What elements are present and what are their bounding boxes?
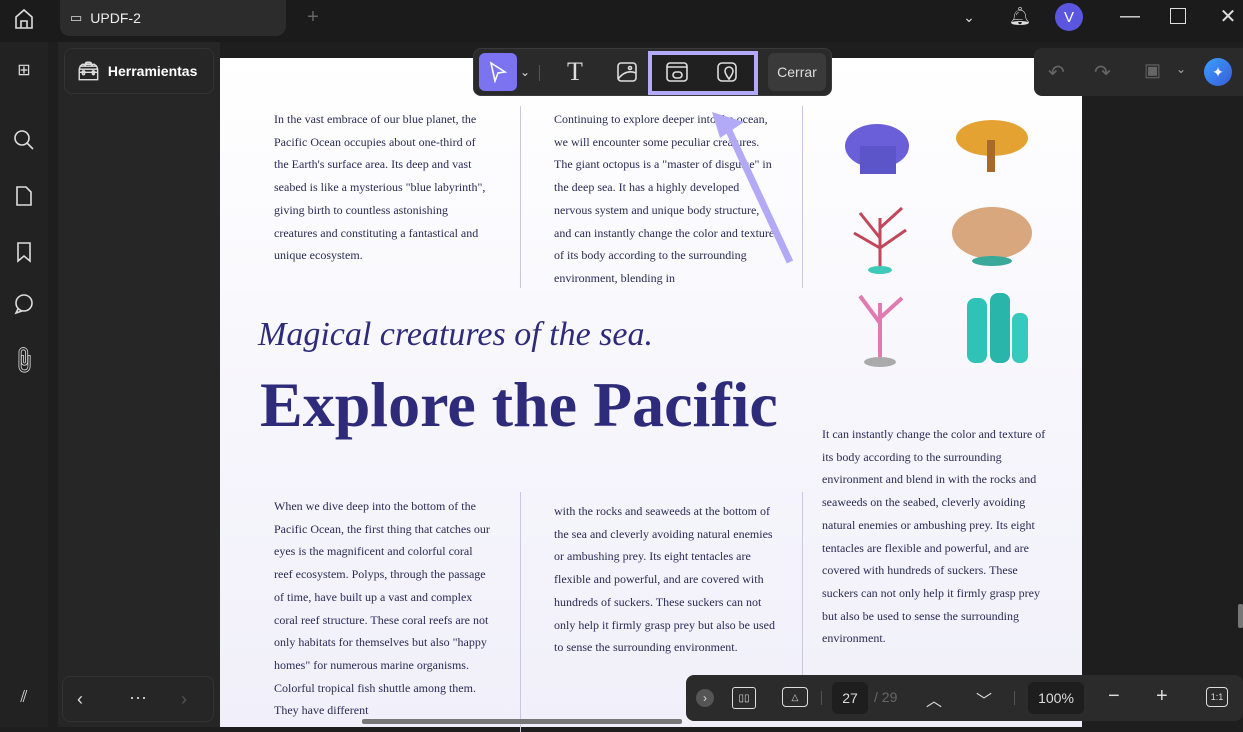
location-link-button[interactable] [708,53,746,91]
history-toolbar: ↶ ↷ ▣ ⌄ ✦ [1034,48,1243,96]
subtitle: Magical creatures of the sea. [258,316,654,353]
body-text: It can instantly change the color and te… [822,427,1046,646]
tools-panel [58,42,220,727]
column-divider [520,492,521,732]
body-text: When we dive deep into the bottom of the… [274,499,490,718]
select-dropdown-icon[interactable]: ⌄ [516,53,534,91]
page-total: / 29 [874,689,898,705]
select-tool-button[interactable] [479,53,517,91]
home-icon[interactable] [10,5,38,33]
undo-icon[interactable]: ↶ [1048,60,1065,85]
redo-icon[interactable]: ↷ [1094,60,1111,85]
divider [821,691,822,705]
edit-toolbar: ⌄ T Cerrar [473,48,832,96]
tools-label: Herramientas [107,63,198,79]
reading-mode-icon[interactable]: ▯▯ [732,687,756,709]
zoom-in-icon[interactable]: + [1156,685,1168,708]
body-text: In the vast embrace of our blue planet, … [274,112,486,263]
bookmark-icon[interactable] [12,240,36,264]
more-icon[interactable]: ··· [129,687,147,708]
zoom-level-input[interactable]: 100% [1028,682,1084,714]
page-navigation-bar: › ▯▯ △ 27 / 29 ︿ ﹀ 100% − + 1:1 [686,675,1243,721]
column-divider [802,492,803,678]
link-tool-button[interactable] [658,53,696,91]
panel-nav: ‹ ··· › [62,676,214,722]
vertical-scrollbar[interactable] [1238,604,1243,628]
tab-title: UPDF-2 [90,10,141,26]
divider [1014,691,1015,705]
actual-size-button[interactable]: 1:1 [1206,687,1228,707]
column-divider [520,106,521,288]
text-tool-button[interactable]: T [556,53,594,91]
maximize-button[interactable] [1170,8,1186,24]
library-icon[interactable]: ⫽ [12,686,36,710]
monitor-icon: ▭ [70,10,83,25]
close-window-button[interactable]: ✕ [1216,4,1240,28]
next-page-icon[interactable]: ﹀ [976,687,992,711]
save-dropdown-icon[interactable]: ⌄ [1176,62,1186,76]
title: Explore the Pacific [260,369,778,440]
chevron-down-icon[interactable]: ⌄ [958,6,980,28]
tools-button[interactable]: 🧰︎ Herramientas [64,48,214,94]
toolbox-icon: 🧰︎ [77,60,100,81]
new-tab-button[interactable]: + [302,5,324,29]
coral-images [832,98,1052,378]
document-tab[interactable]: ▭ UPDF-2 [60,0,286,36]
minimize-button[interactable]: — [1118,4,1142,28]
pdf-page: In the vast embrace of our blue planet, … [220,58,1082,732]
zoom-out-icon[interactable]: − [1108,685,1120,708]
pages-icon[interactable] [12,184,36,208]
horizontal-scrollbar[interactable] [362,719,682,724]
comment-icon[interactable] [12,292,36,316]
divider [539,65,540,81]
search-icon[interactable] [12,128,36,152]
presentation-icon[interactable]: △ [782,687,808,707]
close-button[interactable]: Cerrar [768,53,826,91]
chevron-right-icon[interactable]: › [181,689,187,710]
bell-icon[interactable]: 🔔︎ [1008,4,1032,28]
page-number-input[interactable]: 27 [832,682,868,714]
image-tool-button[interactable] [608,53,646,91]
annotation-arrow [712,112,794,264]
apps-grid-icon[interactable]: ⊞ [12,58,36,82]
ai-assistant-icon[interactable]: ✦ [1204,58,1232,86]
previous-page-icon[interactable]: ︿ [926,687,942,711]
chevron-left-icon[interactable]: ‹ [77,689,83,710]
body-text: with the rocks and seaweeds at the botto… [554,504,775,655]
save-icon[interactable]: ▣ [1144,60,1161,81]
collapse-icon[interactable]: › [696,689,714,707]
avatar[interactable]: V [1055,3,1083,31]
